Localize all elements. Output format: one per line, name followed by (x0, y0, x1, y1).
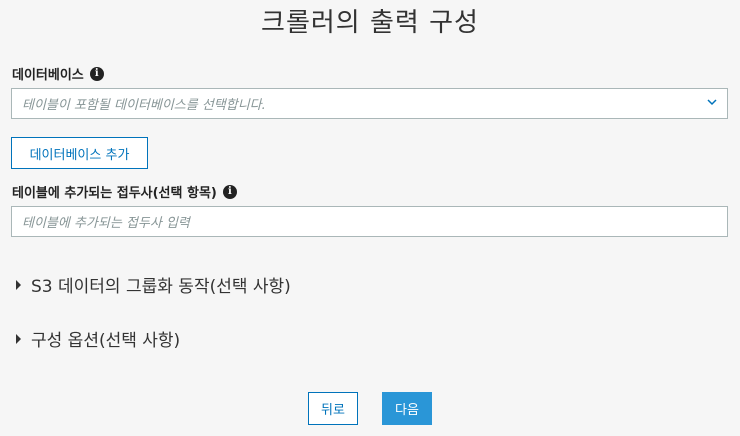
section-grouping-behavior[interactable]: S3 데이터의 그룹화 동작(선택 사항) (16, 272, 291, 297)
prefix-input[interactable]: 테이블에 추가되는 접두사 입력 (11, 206, 728, 237)
section-config-label: 구성 옵션(선택 사항) (31, 331, 181, 351)
caret-right-icon (16, 279, 21, 290)
add-database-button[interactable]: 데이터베이스 추가 (11, 137, 148, 169)
info-icon[interactable]: i (89, 66, 104, 81)
chevron-down-icon (707, 99, 717, 106)
database-label: 데이터베이스 (12, 68, 84, 83)
info-icon[interactable]: i (222, 184, 237, 199)
next-button[interactable]: 다음 (382, 392, 432, 425)
database-select-placeholder: 테이블이 포함될 데이터베이스를 선택합니다. (22, 98, 266, 113)
prefix-input-placeholder: 테이블에 추가되는 접두사 입력 (22, 216, 190, 231)
prefix-label-row: 테이블에 추가되는 접두사(선택 항목) i (12, 182, 237, 201)
caret-right-icon (16, 333, 21, 344)
database-select[interactable]: 테이블이 포함될 데이터베이스를 선택합니다. (11, 88, 728, 119)
section-config-options[interactable]: 구성 옵션(선택 사항) (16, 326, 180, 351)
back-button[interactable]: 뒤로 (308, 392, 358, 425)
page-title: 크롤러의 출력 구성 (261, 8, 479, 38)
section-grouping-label: S3 데이터의 그룹화 동작(선택 사항) (31, 277, 291, 297)
prefix-label: 테이블에 추가되는 접두사(선택 항목) (12, 186, 217, 201)
database-label-row: 데이터베이스 i (12, 64, 104, 83)
